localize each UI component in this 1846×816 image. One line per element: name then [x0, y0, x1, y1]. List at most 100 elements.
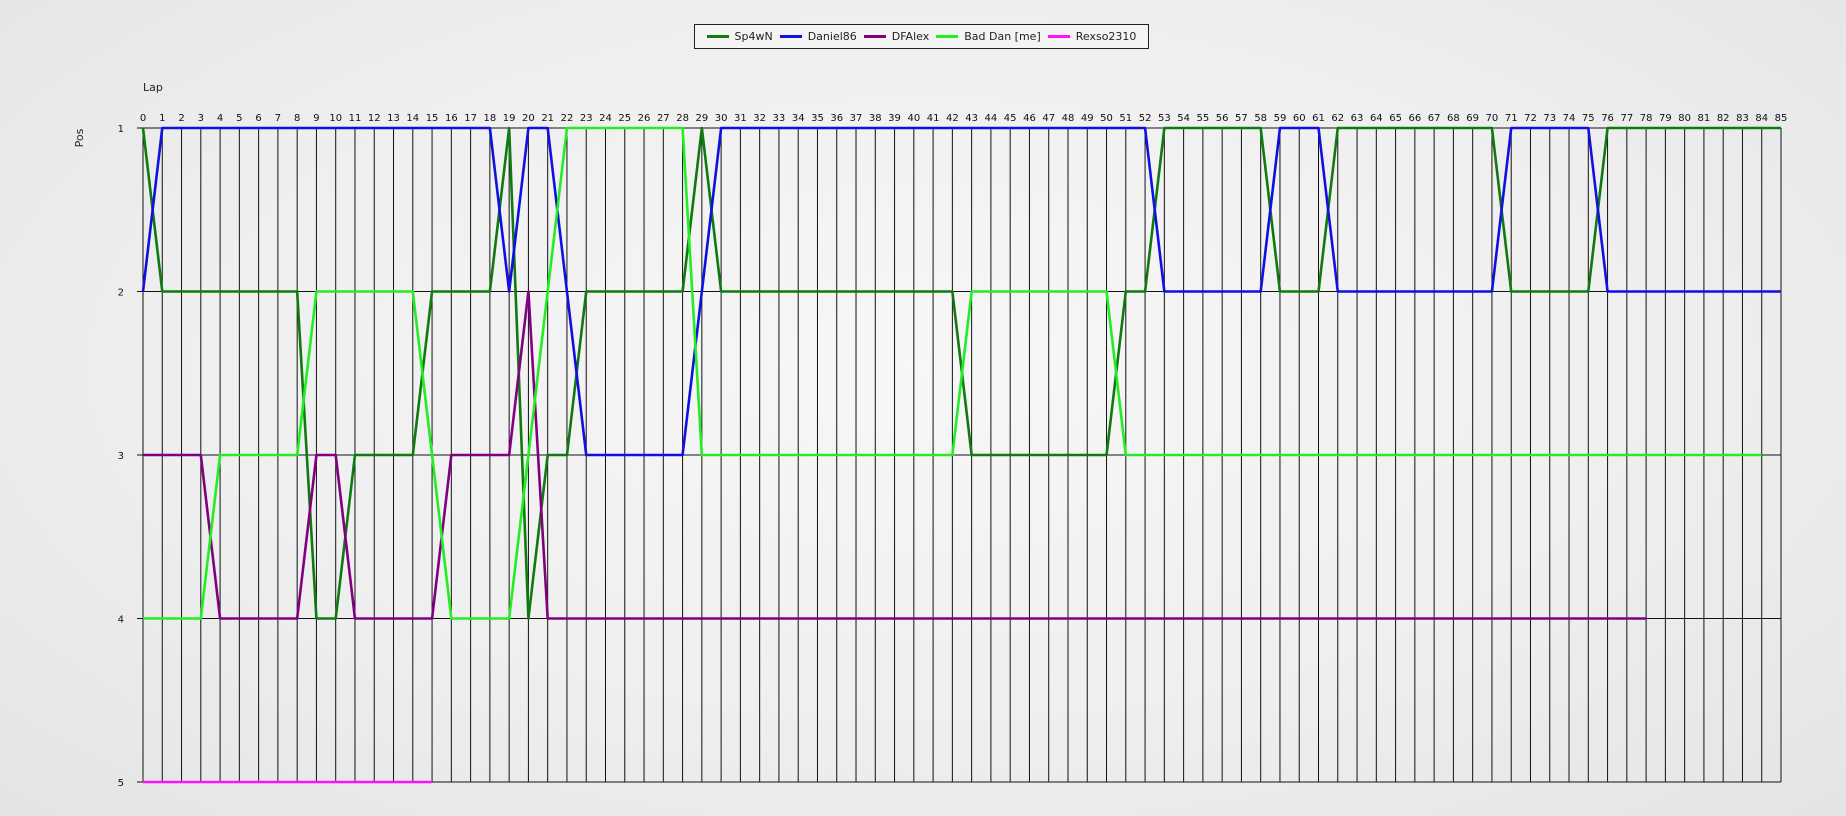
- x-tick-label: 49: [1081, 113, 1094, 124]
- x-tick-label: 14: [406, 113, 419, 124]
- legend-item: Rexso2310: [1047, 30, 1137, 43]
- legend: Sp4wN Daniel86 DFAlex Bad Dan [me] Rexso2310: [694, 24, 1149, 49]
- legend-label: Rexso2310: [1075, 30, 1137, 43]
- x-tick-label: 67: [1428, 113, 1441, 124]
- x-tick-label: 41: [927, 113, 940, 124]
- x-tick-label: 7: [275, 113, 281, 124]
- x-tick-label: 0: [140, 113, 146, 124]
- x-tick-label: 5: [236, 113, 242, 124]
- legend-label: Sp4wN: [734, 30, 773, 43]
- legend-label: Bad Dan [me]: [964, 30, 1041, 43]
- x-tick-label: 22: [561, 113, 574, 124]
- race-position-chart: 0 1 2 3 4 5 6 7 8 9 10 11 12 13 14 15 16 17 18 19 20 21 22 23 24…: [73, 81, 1788, 789]
- legend-swatch: [706, 35, 729, 38]
- x-tick-label: 21: [541, 113, 554, 124]
- x-tick-label: 13: [387, 113, 400, 124]
- x-tick-label: 42: [946, 113, 959, 124]
- x-tick-label: 79: [1659, 113, 1672, 124]
- y-tick-label: 3: [118, 451, 124, 462]
- legend-label: DFAlex: [891, 30, 930, 43]
- x-tick-label: 11: [349, 113, 362, 124]
- x-tick-label: 18: [484, 113, 497, 124]
- x-tick-label: 12: [368, 113, 381, 124]
- x-tick-label: 40: [907, 113, 920, 124]
- y-tick-label: 2: [118, 288, 124, 299]
- x-tick-label: 34: [792, 113, 805, 124]
- x-tick-label: 17: [464, 113, 477, 124]
- x-tick-label: 29: [695, 113, 708, 124]
- x-tick-label: 33: [773, 113, 786, 124]
- y-tick-label: 4: [118, 615, 124, 626]
- x-tick-label: 58: [1254, 113, 1267, 124]
- x-tick-label: 61: [1312, 113, 1325, 124]
- x-tick-label: 82: [1717, 113, 1730, 124]
- x-tick-label: 57: [1235, 113, 1248, 124]
- legend-item: Daniel86: [779, 30, 857, 43]
- x-tick-label: 50: [1100, 113, 1113, 124]
- x-tick-label: 76: [1601, 113, 1614, 124]
- x-tick-label: 73: [1543, 113, 1556, 124]
- x-tick-label: 9: [313, 113, 319, 124]
- legend-swatch: [1047, 35, 1070, 38]
- x-tick-label: 43: [965, 113, 978, 124]
- x-tick-label: 25: [618, 113, 631, 124]
- legend-swatch: [863, 35, 886, 38]
- x-tick-label: 4: [217, 113, 223, 124]
- x-tick-label: 72: [1524, 113, 1537, 124]
- x-tick-label: 54: [1177, 113, 1190, 124]
- legend-swatch: [936, 35, 959, 38]
- x-tick-label: 55: [1197, 113, 1210, 124]
- legend-item: Sp4wN: [706, 30, 773, 43]
- y-axis-label: Pos: [73, 128, 86, 147]
- legend-item: Bad Dan [me]: [936, 30, 1041, 43]
- x-tick-label: 46: [1023, 113, 1036, 124]
- x-tick-label: 37: [850, 113, 863, 124]
- x-tick-label: 3: [198, 113, 204, 124]
- x-tick-label: 53: [1158, 113, 1171, 124]
- x-tick-label: 38: [869, 113, 882, 124]
- x-tick-label: 71: [1505, 113, 1518, 124]
- y-tick-label: 5: [118, 778, 124, 789]
- x-tick-label: 36: [830, 113, 843, 124]
- x-tick-label: 56: [1216, 113, 1229, 124]
- x-tick-label: 45: [1004, 113, 1017, 124]
- x-tick-label: 26: [638, 113, 651, 124]
- x-tick-label: 83: [1736, 113, 1749, 124]
- x-tick-label: 28: [676, 113, 689, 124]
- x-tick-label: 47: [1042, 113, 1055, 124]
- x-tick-label: 2: [178, 113, 184, 124]
- x-tick-label: 74: [1563, 113, 1576, 124]
- x-tick-label: 77: [1620, 113, 1633, 124]
- x-tick-label: 63: [1351, 113, 1364, 124]
- x-tick-label: 31: [734, 113, 747, 124]
- x-tick-label: 85: [1775, 113, 1788, 124]
- x-tick-label: 32: [753, 113, 766, 124]
- x-tick-label: 69: [1466, 113, 1479, 124]
- x-tick-label: 51: [1119, 113, 1132, 124]
- x-tick-label: 6: [255, 113, 261, 124]
- x-tick-label: 62: [1331, 113, 1344, 124]
- x-tick-label: 16: [445, 113, 458, 124]
- x-tick-label: 81: [1698, 113, 1711, 124]
- x-tick-label: 20: [522, 113, 535, 124]
- legend-swatch: [779, 35, 802, 38]
- x-tick-label: 84: [1755, 113, 1768, 124]
- x-tick-label: 52: [1139, 113, 1152, 124]
- x-tick-label: 30: [715, 113, 728, 124]
- x-axis-label: Lap: [143, 81, 163, 94]
- legend-label: Daniel86: [807, 30, 857, 43]
- x-tick-label: 15: [426, 113, 439, 124]
- x-tick-label: 59: [1274, 113, 1287, 124]
- x-tick-label: 27: [657, 113, 670, 124]
- x-tick-label: 35: [811, 113, 824, 124]
- x-tick-label: 10: [329, 113, 342, 124]
- x-tick-label: 80: [1678, 113, 1691, 124]
- x-tick-label: 48: [1062, 113, 1075, 124]
- x-tick-label: 64: [1370, 113, 1383, 124]
- y-tick-label: 1: [118, 124, 124, 135]
- x-tick-label: 1: [159, 113, 165, 124]
- x-tick-label: 44: [985, 113, 998, 124]
- x-tick-label: 78: [1640, 113, 1653, 124]
- x-tick-label: 23: [580, 113, 593, 124]
- x-tick-label: 60: [1293, 113, 1306, 124]
